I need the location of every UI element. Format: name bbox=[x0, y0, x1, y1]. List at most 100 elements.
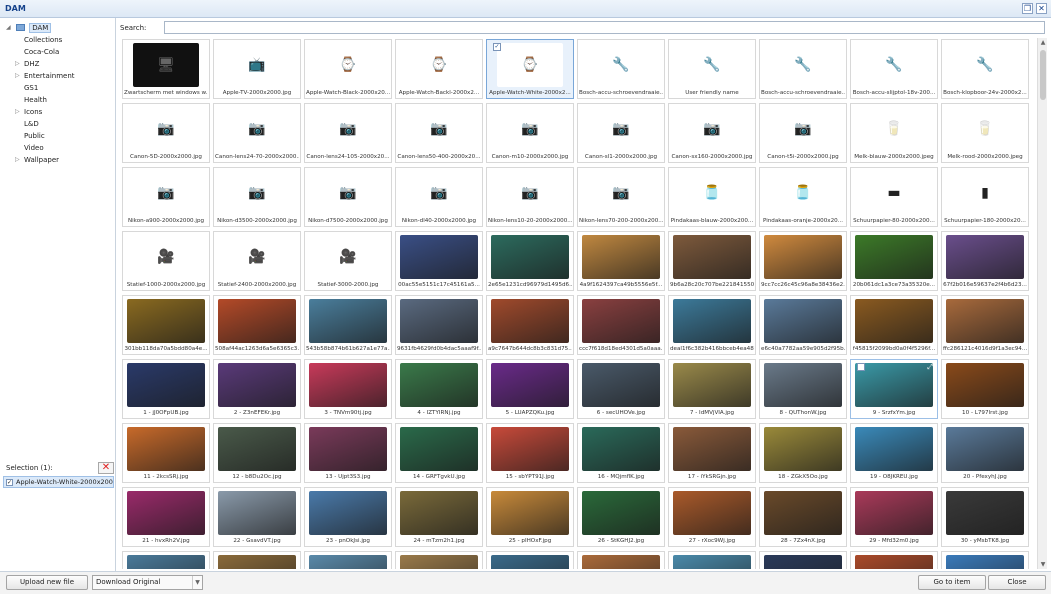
asset-tile[interactable]: deal1f6c382b416bbceb4ea48... bbox=[668, 295, 756, 355]
asset-tile[interactable]: ▬ Schuurpapier-80-2000x200... bbox=[850, 167, 938, 227]
asset-tile[interactable]: 📷 Canon-t5i-2000x2000.jpg bbox=[759, 103, 847, 163]
asset-tile[interactable]: 16 - MQjmflK.jpg bbox=[577, 423, 665, 483]
asset-tile[interactable]: 29 - Mfd32m0.jpg bbox=[850, 487, 938, 547]
asset-tile[interactable]: 6 - secUHOVe.jpg bbox=[577, 359, 665, 419]
asset-tile[interactable]: 5 - LUAPZQKu.jpg bbox=[486, 359, 574, 419]
asset-tile[interactable] bbox=[941, 551, 1029, 569]
asset-tile[interactable]: 20 - PfexyhJ.jpg bbox=[941, 423, 1029, 483]
asset-tile[interactable]: 🥛 Melk-rood-2000x2000.jpeg bbox=[941, 103, 1029, 163]
asset-tile[interactable]: 📷 Canon-sl1-2000x2000.jpg bbox=[577, 103, 665, 163]
asset-tile[interactable]: 28 - 7Zx4nX.jpg bbox=[759, 487, 847, 547]
asset-tile[interactable]: ccc7f618d18ed4301d5a0aaa... bbox=[577, 295, 665, 355]
asset-tile[interactable] bbox=[577, 551, 665, 569]
asset-tile[interactable]: f45815f2099bd0a0f4f5296f... bbox=[850, 295, 938, 355]
expand-arrow-icon[interactable]: ▷ bbox=[15, 154, 20, 166]
asset-tile[interactable]: 20b061dc1a3ce73a35320e... bbox=[850, 231, 938, 291]
asset-tile[interactable]: 21 - hvxRh2V.jpg bbox=[122, 487, 210, 547]
asset-tile[interactable]: ⌚ Apple-Watch-Backl-2000x2... bbox=[395, 39, 483, 99]
selection-item[interactable]: ✓Apple-Watch-White-2000x2000.jpg bbox=[3, 476, 114, 488]
asset-tile[interactable]: 📷 Canon-sx160-2000x2000.jpg bbox=[668, 103, 756, 163]
asset-tile[interactable]: 301bb118da70a5bdd80a4e... bbox=[122, 295, 210, 355]
asset-tile[interactable]: 9cc7cc26c45c96a8e38436e2... bbox=[759, 231, 847, 291]
asset-tile[interactable] bbox=[759, 551, 847, 569]
asset-tile[interactable]: 🎥 Statief-3000-2000.jpg bbox=[304, 231, 392, 291]
asset-tile[interactable] bbox=[213, 551, 301, 569]
tree-item-root[interactable]: ◢ DAM bbox=[0, 22, 116, 34]
tree-item[interactable]: Video bbox=[0, 142, 116, 154]
go-to-item-button[interactable]: Go to item bbox=[918, 575, 986, 590]
expanded-arrow-icon[interactable]: ◢ bbox=[6, 22, 11, 34]
upload-new-file-button[interactable]: Upload new file bbox=[6, 575, 88, 590]
asset-tile[interactable]: 18 - ZGkX5Oo.jpg bbox=[759, 423, 847, 483]
chevron-down-icon[interactable]: ▼ bbox=[192, 576, 202, 589]
asset-tile[interactable]: 24 - mTzm2h1.jpg bbox=[395, 487, 483, 547]
asset-tile[interactable]: 📷 Nikon-lens70-200-2000x200... bbox=[577, 167, 665, 227]
tree-item[interactable]: Collections bbox=[0, 34, 116, 46]
asset-tile[interactable]: 🔧 User friendly name bbox=[668, 39, 756, 99]
asset-tile[interactable]: ▮ Schuurpapier-180-2000x20... bbox=[941, 167, 1029, 227]
asset-tile[interactable]: 27 - rXoc9Wj.jpg bbox=[668, 487, 756, 547]
tree-item[interactable]: Public bbox=[0, 130, 116, 142]
asset-tile[interactable]: 2 - Z3nEFEKr.jpg bbox=[213, 359, 301, 419]
asset-tile[interactable]: 3 - TNVm90tj.jpg bbox=[304, 359, 392, 419]
asset-tile[interactable]: 🫙 Pindakaas-oranje-2000x20... bbox=[759, 167, 847, 227]
selection-checkbox[interactable]: ✓ bbox=[6, 479, 13, 486]
tile-checkbox[interactable] bbox=[857, 363, 865, 371]
asset-tile[interactable]: 1 - jJ0OFpUB.jpg bbox=[122, 359, 210, 419]
asset-tile[interactable]: 📷 Canon-lens24-70-2000x2000... bbox=[213, 103, 301, 163]
close-window-icon[interactable]: ✕ bbox=[1036, 3, 1047, 14]
asset-tile[interactable]: 🔧 Bosch-accu-slijptol-18v-200... bbox=[850, 39, 938, 99]
expand-arrow-icon[interactable]: ▷ bbox=[15, 106, 20, 118]
asset-tile[interactable]: 23 - pnOkJsi.jpg bbox=[304, 487, 392, 547]
asset-tile[interactable]: 🎥 Statief-2400-2000x2000.jpg bbox=[213, 231, 301, 291]
download-select[interactable]: Download Original ▼ bbox=[92, 575, 203, 590]
asset-tile[interactable]: 26 - StKGHJ2.jpg bbox=[577, 487, 665, 547]
asset-tile[interactable]: 25 - pIHOxF.jpg bbox=[486, 487, 574, 547]
asset-tile[interactable]: 🎥 Statief-1000-2000x2000.jpg bbox=[122, 231, 210, 291]
tree-item[interactable]: Health bbox=[0, 94, 116, 106]
tree-item[interactable]: L&D bbox=[0, 118, 116, 130]
asset-tile[interactable]: 19 - O8JKREU.jpg bbox=[850, 423, 938, 483]
asset-tile[interactable]: 508af44ac1263d6a5e6365c3... bbox=[213, 295, 301, 355]
asset-tile[interactable]: 4a9f1624397ca49b5556e5f... bbox=[577, 231, 665, 291]
grid-scrollbar[interactable]: ▲ ▼ bbox=[1037, 38, 1047, 569]
asset-tile[interactable] bbox=[395, 551, 483, 569]
asset-tile[interactable]: a9c7647b644dc8b3c831d75... bbox=[486, 295, 574, 355]
close-button[interactable]: Close bbox=[988, 575, 1046, 590]
scroll-thumb[interactable] bbox=[1040, 50, 1046, 100]
asset-tile[interactable]: 🥛 Melk-blauw-2000x2000.jpeg bbox=[850, 103, 938, 163]
asset-tile[interactable]: 30 - yMsbTK8.jpg bbox=[941, 487, 1029, 547]
asset-tile[interactable]: 🖥 Zwartscherm met windows w... bbox=[122, 39, 210, 99]
asset-tile[interactable]: 📷 Nikon-a900-2000x2000.jpg bbox=[122, 167, 210, 227]
asset-tile[interactable]: 📷 Nikon-d3500-2000x2000.jpg bbox=[213, 167, 301, 227]
asset-tile[interactable]: e6c40a7782aa59e905d2f95b... bbox=[759, 295, 847, 355]
asset-tile[interactable]: 13 - Ujpt3S3.jpg bbox=[304, 423, 392, 483]
scroll-down-icon[interactable]: ▼ bbox=[1038, 560, 1048, 569]
tree-item[interactable]: ▷ Entertainment bbox=[0, 70, 116, 82]
asset-tile[interactable]: 15 - sbYPT91J.jpg bbox=[486, 423, 574, 483]
asset-tile[interactable]: 📺 Apple-TV-2000x2000.jpg bbox=[213, 39, 301, 99]
asset-tile[interactable]: 10 - L797lrst.jpg bbox=[941, 359, 1029, 419]
tree-item[interactable]: ▷ Icons bbox=[0, 106, 116, 118]
asset-tile[interactable]: 17 - iYkSRGjn.jpg bbox=[668, 423, 756, 483]
asset-tile[interactable]: ⌚ ✓ Apple-Watch-White-2000x2... bbox=[486, 39, 574, 99]
asset-tile[interactable] bbox=[668, 551, 756, 569]
asset-tile[interactable]: 📷 Canon-lens24-105-2000x20... bbox=[304, 103, 392, 163]
asset-tile[interactable]: ⤢ 9 - SrzfxYm.jpg bbox=[850, 359, 938, 419]
asset-tile[interactable] bbox=[304, 551, 392, 569]
asset-tile[interactable]: 🔧 Bosch-klopboor-24v-2000x2... bbox=[941, 39, 1029, 99]
asset-tile[interactable]: 4 - IZTYIRNj.jpg bbox=[395, 359, 483, 419]
asset-tile[interactable]: 67f2b016e59637e2f4b6d23... bbox=[941, 231, 1029, 291]
asset-tile[interactable]: 2e65e1231cd96979d1495d6... bbox=[486, 231, 574, 291]
asset-tile[interactable]: 📷 Canon-5D-2000x2000.jpg bbox=[122, 103, 210, 163]
expand-preview-icon[interactable]: ⤢ bbox=[927, 363, 933, 372]
restore-window-icon[interactable]: ❐ bbox=[1022, 3, 1033, 14]
tree-item[interactable]: Coca-Cola bbox=[0, 46, 116, 58]
asset-tile[interactable]: 9b6a28c20c707be221841550... bbox=[668, 231, 756, 291]
asset-tile[interactable] bbox=[850, 551, 938, 569]
asset-tile[interactable]: 7 - IdMVjVIA.jpg bbox=[668, 359, 756, 419]
clear-selection-button[interactable]: ✕ bbox=[98, 462, 114, 474]
expand-arrow-icon[interactable]: ▷ bbox=[15, 58, 20, 70]
asset-tile[interactable] bbox=[486, 551, 574, 569]
asset-tile[interactable]: 9631fb4629fd0b4dac5aaaf9f... bbox=[395, 295, 483, 355]
